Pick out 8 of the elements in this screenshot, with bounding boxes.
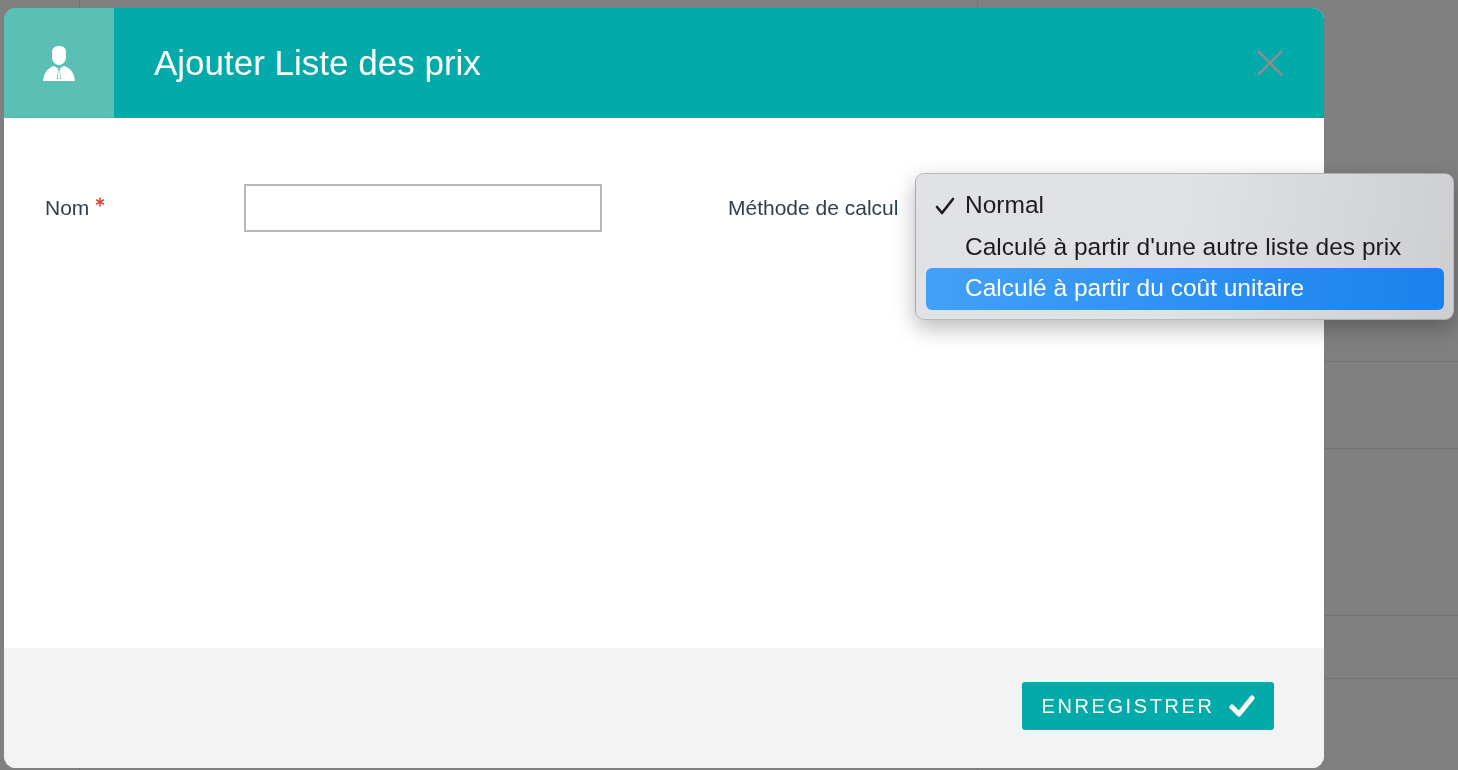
check-icon <box>1228 694 1255 718</box>
dialog-title: Ajouter Liste des prix <box>154 42 481 84</box>
close-button[interactable] <box>1256 49 1284 77</box>
dropdown-option[interactable]: Calculé à partir d'une autre liste des prix <box>926 226 1444 268</box>
dropdown-option[interactable]: Normal <box>926 185 1444 227</box>
field-label: Méthode de calcul <box>728 195 899 222</box>
field-label: Nom <box>45 195 90 222</box>
input-field[interactable] <box>244 184 602 232</box>
